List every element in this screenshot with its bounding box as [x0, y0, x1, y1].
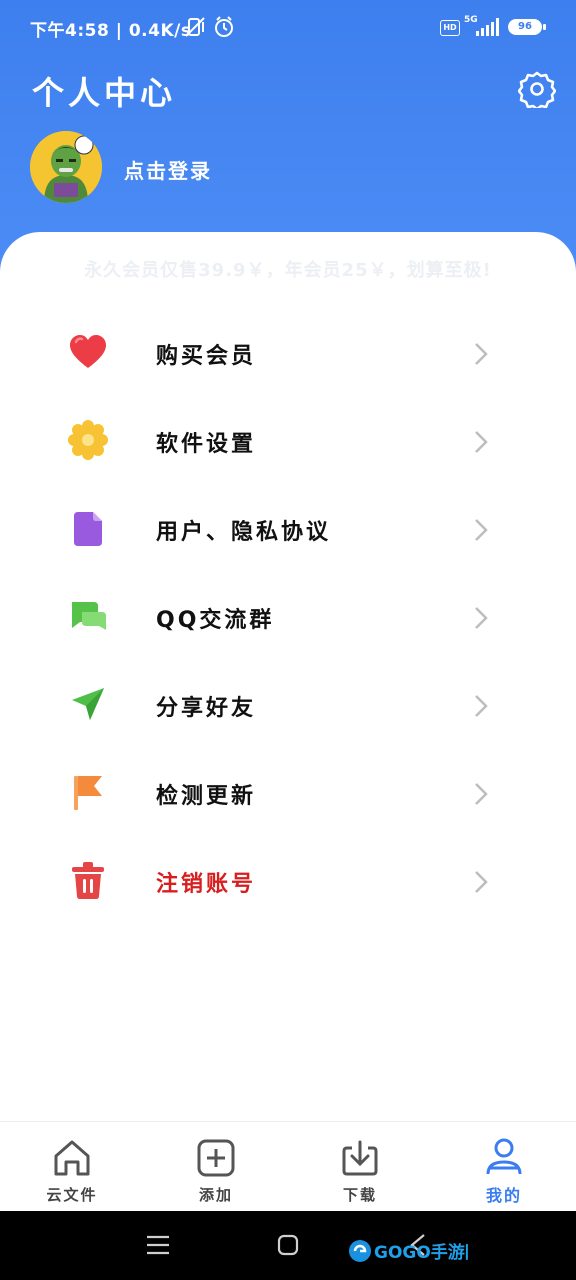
bottom-tab-bar: 云文件 添加 下载 我的	[0, 1121, 576, 1212]
chevron-right-icon	[475, 519, 488, 541]
watermark-text: GOGO手游网	[374, 1242, 468, 1263]
document-icon	[74, 512, 102, 546]
download-icon	[342, 1140, 378, 1176]
home-square-icon[interactable]	[274, 1231, 302, 1259]
status-icons	[186, 16, 233, 37]
tab-download[interactable]: 下载	[288, 1122, 432, 1212]
menu-label-buy-vip: 购买会员	[156, 344, 257, 369]
hd-badge: HD	[440, 20, 460, 36]
chevron-right-icon	[475, 343, 488, 365]
chevron-right-icon	[475, 607, 488, 629]
paper-plane-icon	[72, 688, 104, 720]
hulk-avatar-icon	[30, 131, 102, 203]
menu-item-qq-group[interactable]: QQ交流群	[0, 574, 576, 662]
menu-item-delete-account[interactable]: 注销账号	[0, 838, 576, 926]
chevron-right-icon	[475, 431, 488, 453]
home-icon	[54, 1140, 90, 1176]
tab-mine[interactable]: 我的	[432, 1122, 576, 1212]
menu-label-delete-account: 注销账号	[156, 872, 257, 897]
tab-label: 下载	[342, 1186, 377, 1204]
login-link[interactable]: 点击登录	[124, 155, 212, 184]
chevron-right-icon	[475, 783, 488, 805]
menu-label-privacy: 用户、隐私协议	[156, 520, 332, 545]
menu-item-privacy[interactable]: 用户、隐私协议	[0, 486, 576, 574]
chevron-right-icon	[475, 871, 488, 893]
heart-icon	[70, 335, 106, 368]
menu-item-buy-vip[interactable]: 购买会员	[0, 310, 576, 398]
avatar[interactable]	[30, 131, 102, 203]
page-title: 个人中心	[32, 74, 177, 112]
tab-cloud-files[interactable]: 云文件	[0, 1122, 144, 1212]
tab-label: 添加	[198, 1186, 233, 1204]
tab-label: 云文件	[46, 1186, 98, 1204]
signal-icon	[476, 18, 499, 36]
menu-lines-icon[interactable]	[144, 1231, 172, 1259]
tab-add[interactable]: 添加	[144, 1122, 288, 1212]
menu-label-settings: 软件设置	[156, 432, 257, 457]
menu-item-settings[interactable]: 软件设置	[0, 398, 576, 486]
settings-gear-icon[interactable]	[518, 70, 556, 108]
settings-flower-icon	[68, 420, 108, 460]
tab-label: 我的	[485, 1186, 522, 1205]
chat-bubbles-icon	[72, 602, 106, 630]
system-nav-bar	[0, 1211, 576, 1280]
user-icon	[486, 1138, 522, 1175]
menu-item-check-update[interactable]: 检测更新	[0, 750, 576, 838]
menu-label-check-update: 检测更新	[156, 784, 257, 809]
add-icon	[197, 1139, 235, 1177]
menu-label-share: 分享好友	[156, 696, 257, 721]
watermark-logo: GOGO手游网	[349, 1240, 468, 1263]
promo-banner: 永久会员仅售39.9￥，年会员25￥，划算至极!	[84, 260, 492, 281]
menu-label-qq-group: QQ交流群	[156, 608, 275, 633]
trash-icon	[72, 862, 104, 899]
chevron-right-icon	[475, 695, 488, 717]
menu-item-share[interactable]: 分享好友	[0, 662, 576, 750]
flag-icon	[74, 776, 102, 810]
status-time-speed: 下午4:58 | 0.4K/s	[30, 21, 192, 41]
battery-indicator: 96	[508, 19, 546, 35]
